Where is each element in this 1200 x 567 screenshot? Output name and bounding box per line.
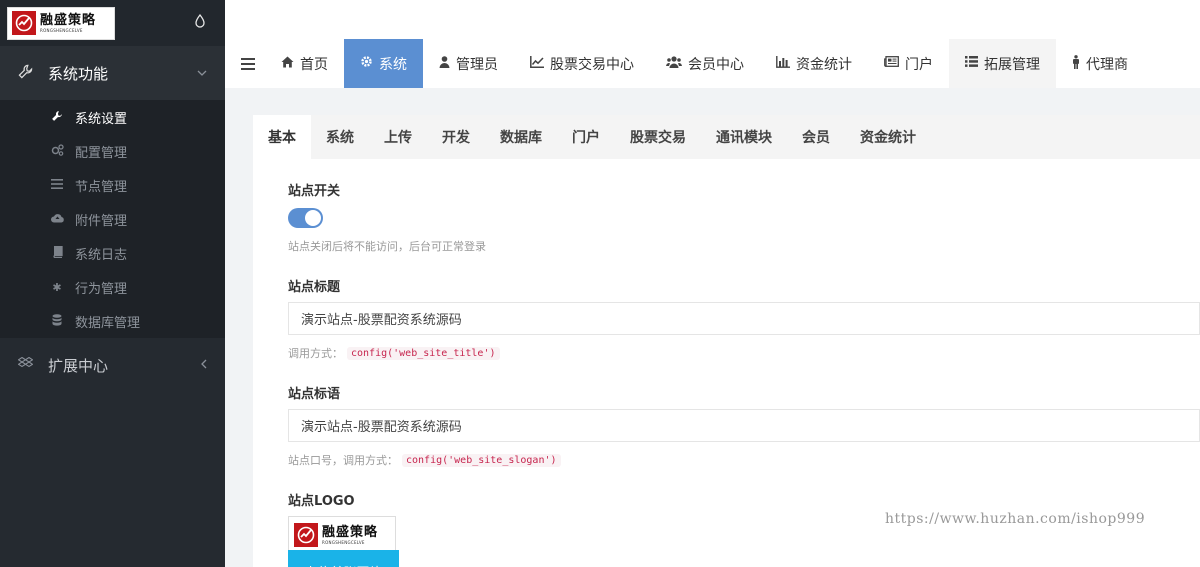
settings-form: 站点开关 站点关闭后将不能访问，后台可正常登录 站点标题 演示站点-股票配资系统… xyxy=(253,180,1200,554)
brand-logo[interactable]: 融盛策略 RONGSHENGCELVE xyxy=(7,6,115,40)
logo-bar: 融盛策略 RONGSHENGCELVE xyxy=(0,0,225,46)
database-icon xyxy=(50,313,64,329)
subtab-database[interactable]: 数据库 xyxy=(485,115,557,159)
book-icon xyxy=(50,245,64,261)
settings-panel: 基本 系统 上传 开发 数据库 门户 股票交易 通讯模块 会员 资金统计 站点开… xyxy=(253,115,1200,567)
site-slogan-input[interactable]: 演示站点-股票配资系统源码 xyxy=(288,409,1200,442)
upload-image-button[interactable]: 上传单张图片 xyxy=(288,550,399,567)
sidebar-item-attachments[interactable]: 附件管理 xyxy=(0,202,225,236)
site-logo-label: 站点LOGO xyxy=(288,494,355,509)
sidebar-group-extensions[interactable]: 扩展中心 xyxy=(0,338,225,392)
site-logo-preview[interactable]: 融盛策略 RONGSHENGCELVE xyxy=(288,516,396,554)
site-switch-help: 站点关闭后将不能访问，后台可正常登录 xyxy=(288,240,486,253)
sidebar-group-label: 扩展中心 xyxy=(48,356,109,375)
site-switch-label: 站点开关 xyxy=(288,184,341,199)
subtab-members[interactable]: 会员 xyxy=(787,115,845,159)
subtab-stock-trading[interactable]: 股票交易 xyxy=(615,115,701,159)
sidebar-item-database[interactable]: 数据库管理 xyxy=(0,304,225,338)
tab-stock-center[interactable]: 股票交易中心 xyxy=(514,39,650,88)
tab-label: 首页 xyxy=(300,56,328,73)
subtab-system[interactable]: 系统 xyxy=(311,115,369,159)
sidebar-item-system-settings[interactable]: 系统设置 xyxy=(0,100,225,134)
sidebar: 融盛策略 RONGSHENGCELVE 系统功能 系统设置 配置管理 节点管理 … xyxy=(0,0,225,567)
male-icon xyxy=(1072,54,1080,73)
subtab-messaging[interactable]: 通讯模块 xyxy=(701,115,787,159)
dropbox-icon xyxy=(17,356,38,374)
tab-label: 拓展管理 xyxy=(984,56,1040,73)
home-icon xyxy=(281,56,294,72)
sidebar-item-label: 数据库管理 xyxy=(75,315,141,331)
top-navbar: 首页 系统 管理员 股票交易中心 会员中心 资金统计 门户 拓展管理 代理商 xyxy=(225,0,1200,88)
tab-label: 股票交易中心 xyxy=(550,56,634,73)
site-slogan-help: 站点口号，调用方式： config('web_site_slogan') xyxy=(288,452,1200,468)
logo-text-cn: 融盛策略 xyxy=(40,12,97,28)
tab-portal[interactable]: 门户 xyxy=(868,39,949,88)
tab-label: 系统 xyxy=(379,56,407,73)
sidebar-group-label: 系统功能 xyxy=(48,64,109,83)
bar-chart-icon xyxy=(776,55,790,72)
tab-system[interactable]: 系统 xyxy=(344,39,423,88)
sidebar-item-label: 配置管理 xyxy=(75,145,128,161)
tab-label: 管理员 xyxy=(456,56,498,73)
users-icon xyxy=(666,55,682,72)
sidebar-item-logs[interactable]: 系统日志 xyxy=(0,236,225,270)
cloud-upload-icon xyxy=(50,213,64,226)
site-switch-toggle[interactable] xyxy=(288,208,323,228)
user-icon xyxy=(439,55,450,72)
list-icon xyxy=(965,56,978,71)
wrench-icon xyxy=(50,110,64,125)
logo-text-en: RONGSHENGCELVE xyxy=(322,539,365,545)
sidebar-group-system[interactable]: 系统功能 xyxy=(0,46,225,100)
sidebar-item-label: 节点管理 xyxy=(75,179,128,195)
logo-mark-icon xyxy=(294,523,318,547)
list-icon xyxy=(50,178,64,192)
logo-text-cn: 融盛策略 xyxy=(322,524,379,540)
tab-agents[interactable]: 代理商 xyxy=(1056,39,1144,88)
subtab-develop[interactable]: 开发 xyxy=(427,115,485,159)
watermark-text: https://www.huzhan.com/ishop999 xyxy=(885,511,1146,527)
sidebar-item-config[interactable]: 配置管理 xyxy=(0,134,225,168)
subtab-portal[interactable]: 门户 xyxy=(557,115,615,159)
logo-text-en: RONGSHENGCELVE xyxy=(40,27,83,33)
sidebar-item-behavior[interactable]: ✱ 行为管理 xyxy=(0,270,225,304)
asterisk-icon: ✱ xyxy=(52,280,62,294)
menu-toggle-icon[interactable] xyxy=(225,39,265,88)
theme-drop-icon[interactable] xyxy=(195,13,205,32)
site-title-help-text: 调用方式： xyxy=(288,347,343,360)
tab-label: 门户 xyxy=(905,56,933,73)
site-title-input[interactable]: 演示站点-股票配资系统源码 xyxy=(288,302,1200,335)
sidebar-item-label: 行为管理 xyxy=(75,281,128,297)
logo-mark-icon xyxy=(12,11,36,35)
site-title-code: config('web_site_title') xyxy=(347,346,500,360)
newspaper-icon xyxy=(884,56,899,71)
subtab-basic[interactable]: 基本 xyxy=(253,115,311,159)
site-title-label: 站点标题 xyxy=(288,280,341,295)
site-slogan-label: 站点标语 xyxy=(288,387,341,402)
gear-icon xyxy=(360,55,373,72)
sidebar-item-label: 附件管理 xyxy=(75,213,128,229)
sidebar-item-nodes[interactable]: 节点管理 xyxy=(0,168,225,202)
tab-funds[interactable]: 资金统计 xyxy=(760,39,868,88)
site-slogan-code: config('web_site_slogan') xyxy=(402,453,561,467)
tab-label: 资金统计 xyxy=(796,56,852,73)
tab-home[interactable]: 首页 xyxy=(265,39,344,88)
chevron-down-icon xyxy=(197,66,207,80)
tab-members[interactable]: 会员中心 xyxy=(650,39,760,88)
sidebar-item-label: 系统日志 xyxy=(75,247,128,263)
line-chart-icon xyxy=(530,55,544,72)
tab-label: 会员中心 xyxy=(688,56,744,73)
tab-extensions[interactable]: 拓展管理 xyxy=(949,39,1056,88)
settings-tabs: 基本 系统 上传 开发 数据库 门户 股票交易 通讯模块 会员 资金统计 xyxy=(253,115,1200,159)
subtab-upload[interactable]: 上传 xyxy=(369,115,427,159)
site-title-help: 调用方式： config('web_site_title') xyxy=(288,345,1200,361)
site-slogan-help-text: 站点口号，调用方式： xyxy=(288,454,398,467)
subtab-funds[interactable]: 资金统计 xyxy=(845,115,931,159)
chevron-left-icon xyxy=(200,358,207,372)
wrench-icon xyxy=(18,64,38,83)
tab-label: 代理商 xyxy=(1086,56,1128,73)
tab-admins[interactable]: 管理员 xyxy=(423,39,514,88)
gears-icon xyxy=(50,143,64,159)
sidebar-item-label: 系统设置 xyxy=(75,111,128,127)
